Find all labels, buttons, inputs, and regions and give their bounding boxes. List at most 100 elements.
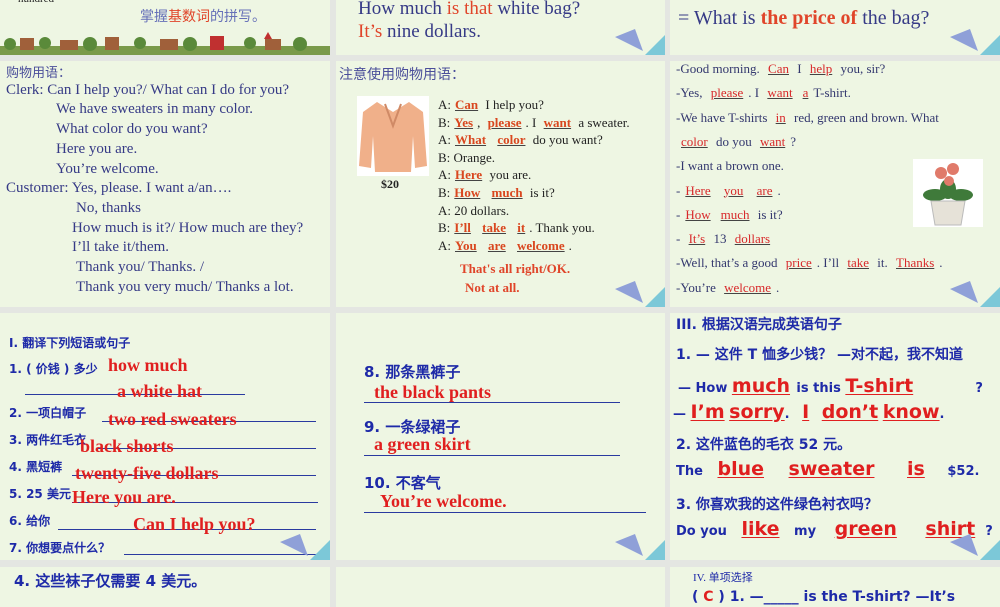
answer: twenty-five dollars: [75, 463, 219, 483]
answer-blank: much: [720, 206, 750, 222]
phrase: Here you are.: [56, 140, 138, 157]
line-text: B: Orange.: [438, 149, 496, 165]
slide-socks-price: 4. 这些袜子仅需要 4 美元。: [0, 567, 330, 607]
corner-decoration-icon: [615, 29, 665, 55]
text: .: [939, 407, 945, 422]
line-text: .: [777, 182, 781, 198]
line-text: I help you?: [482, 97, 544, 112]
alt-answer: That's all right/OK.: [460, 261, 571, 276]
text: .: [784, 407, 790, 422]
question: 2. 一项白帽子: [9, 406, 87, 420]
slide-multiple-choice: IV. 单项选择 ( C ) 1. —_____ is the T-shirt?…: [670, 567, 1000, 607]
answer: much: [731, 375, 791, 397]
corner-decoration-icon: [950, 281, 1000, 307]
answer-blank: take: [482, 220, 507, 236]
line-text: B:: [438, 220, 451, 236]
answer-blank: want: [759, 133, 786, 149]
answer: like: [741, 518, 780, 540]
line-text: . Thank you.: [529, 220, 595, 236]
line-text: -You’re: [676, 279, 720, 295]
tip-text: 掌握: [140, 9, 168, 25]
line-text: . I: [748, 85, 763, 101]
answer-blank: want: [767, 85, 793, 101]
question: 2. 这件蓝色的毛衣 52 元。: [676, 437, 852, 453]
text: $52.: [947, 464, 980, 479]
dialog-line: B: Yes, please. I want a sweater.: [438, 115, 630, 131]
answer-line: It’s nine dollars.: [358, 21, 481, 43]
answer: C: [703, 589, 714, 605]
line-text: I: [793, 61, 805, 76]
answer-blank: Can: [768, 61, 789, 76]
answer: blue: [717, 458, 765, 480]
answer: sorry: [729, 401, 785, 423]
dialog-line: - How much is it?: [676, 207, 783, 223]
slide-shopping-intro: hundred 掌握基数词的拼写。: [0, 0, 330, 55]
answer: I: [802, 401, 810, 423]
answer-blank: welcome: [517, 237, 565, 253]
answer-blank: are: [756, 182, 773, 198]
spelling-tip: 掌握基数词的拼写。: [140, 6, 266, 26]
dialog-line: B: How much is it?: [438, 185, 555, 201]
corner-decoration-icon: [615, 534, 665, 560]
answer-blank: Here: [455, 167, 483, 183]
line-text: A:: [438, 132, 451, 148]
phrase: What color do you want?: [56, 121, 208, 138]
answer: sweater: [788, 458, 875, 480]
line-text: you, sir?: [837, 61, 886, 76]
dialog-line: - Here you are.: [676, 183, 781, 199]
dialog-line: color do you want?: [676, 134, 796, 150]
answer: is: [907, 458, 925, 480]
text: —: [673, 407, 686, 422]
price-of-line: = What is the price of the bag?: [678, 7, 929, 30]
question: 4. 黑短裤: [9, 460, 63, 474]
tip-highlight: 基数词: [168, 9, 210, 25]
question: 10. 不客气: [364, 474, 441, 492]
question: 8. 那条黑裤子: [364, 363, 461, 381]
line-text: T-shirt.: [813, 85, 851, 101]
answer-blank: a: [802, 85, 809, 101]
line-text: -: [676, 231, 684, 247]
phrase: Customer: Yes, please. I want a/an….: [6, 180, 232, 197]
dialog-line: A: Can I help you?: [438, 97, 544, 113]
line-text: do you: [712, 133, 755, 149]
phrase: Thank you/ Thanks. /: [76, 259, 205, 275]
line-text: A: 20 dollars.: [438, 202, 510, 218]
answer-blank: It’s: [688, 231, 706, 247]
answer-blank: help: [809, 61, 833, 76]
exercise-title: IV. 单项选择: [693, 572, 753, 584]
answer-blank: want: [543, 114, 572, 130]
line-text: a sweater.: [575, 114, 630, 130]
dialog-line: A: 20 dollars.: [438, 203, 509, 219]
answer: You’re welcome.: [380, 491, 507, 511]
answer-blank: welcome: [724, 279, 772, 295]
slide-price-of: = What is the price of the bag?: [670, 0, 1000, 55]
dialog-line: B: Orange.: [438, 150, 495, 166]
sweater-price: $20: [381, 177, 399, 191]
question: 1. — 这件 T 恤多少钱？ —对不起，我不知道: [676, 347, 963, 363]
answer-blank: are: [487, 237, 506, 253]
answer-blank: I’ll: [454, 220, 471, 236]
dialog-line: -Well, that’s a good price. I’ll take it…: [676, 255, 943, 271]
sentence: Do you like my green shirt?: [676, 518, 993, 540]
dialog-line: -You’re welcome.: [676, 280, 779, 296]
answer-blank: color: [681, 133, 708, 149]
exercise-title: III. 根据汉语完成英语句子: [676, 317, 842, 333]
answer: two red sweaters: [108, 409, 237, 429]
answer-blank: How: [454, 185, 481, 200]
text: is this: [796, 381, 841, 396]
dialog-line: -Yes, please . I want a T-shirt.: [676, 85, 851, 101]
answer: Can I help you?: [133, 514, 256, 534]
phrase: You’re welcome.: [56, 160, 159, 177]
text: white bag?: [492, 0, 581, 19]
answer-blank: please: [487, 114, 522, 130]
line-text: red, green and brown. What: [790, 109, 939, 125]
slide-sweater-dialog: 注意使用购物用语： $20 A: Can I help you? B: Yes, pl…: [336, 61, 665, 307]
phrase: No, thanks: [76, 199, 141, 216]
slide-complete-sentences: III. 根据汉语完成英语句子 1. — 这件 T 恤多少钱？ —对不起，我不知…: [670, 313, 1000, 560]
question: 3. 两件红毛衣: [9, 433, 87, 447]
corner-decoration-icon: [950, 534, 1000, 560]
dialog-line: - It’s 13 dollars: [676, 231, 775, 247]
answer: the black pants: [374, 382, 492, 402]
line-text: .: [568, 237, 572, 253]
phrase: How much is it?/ How much are they?: [72, 219, 304, 236]
